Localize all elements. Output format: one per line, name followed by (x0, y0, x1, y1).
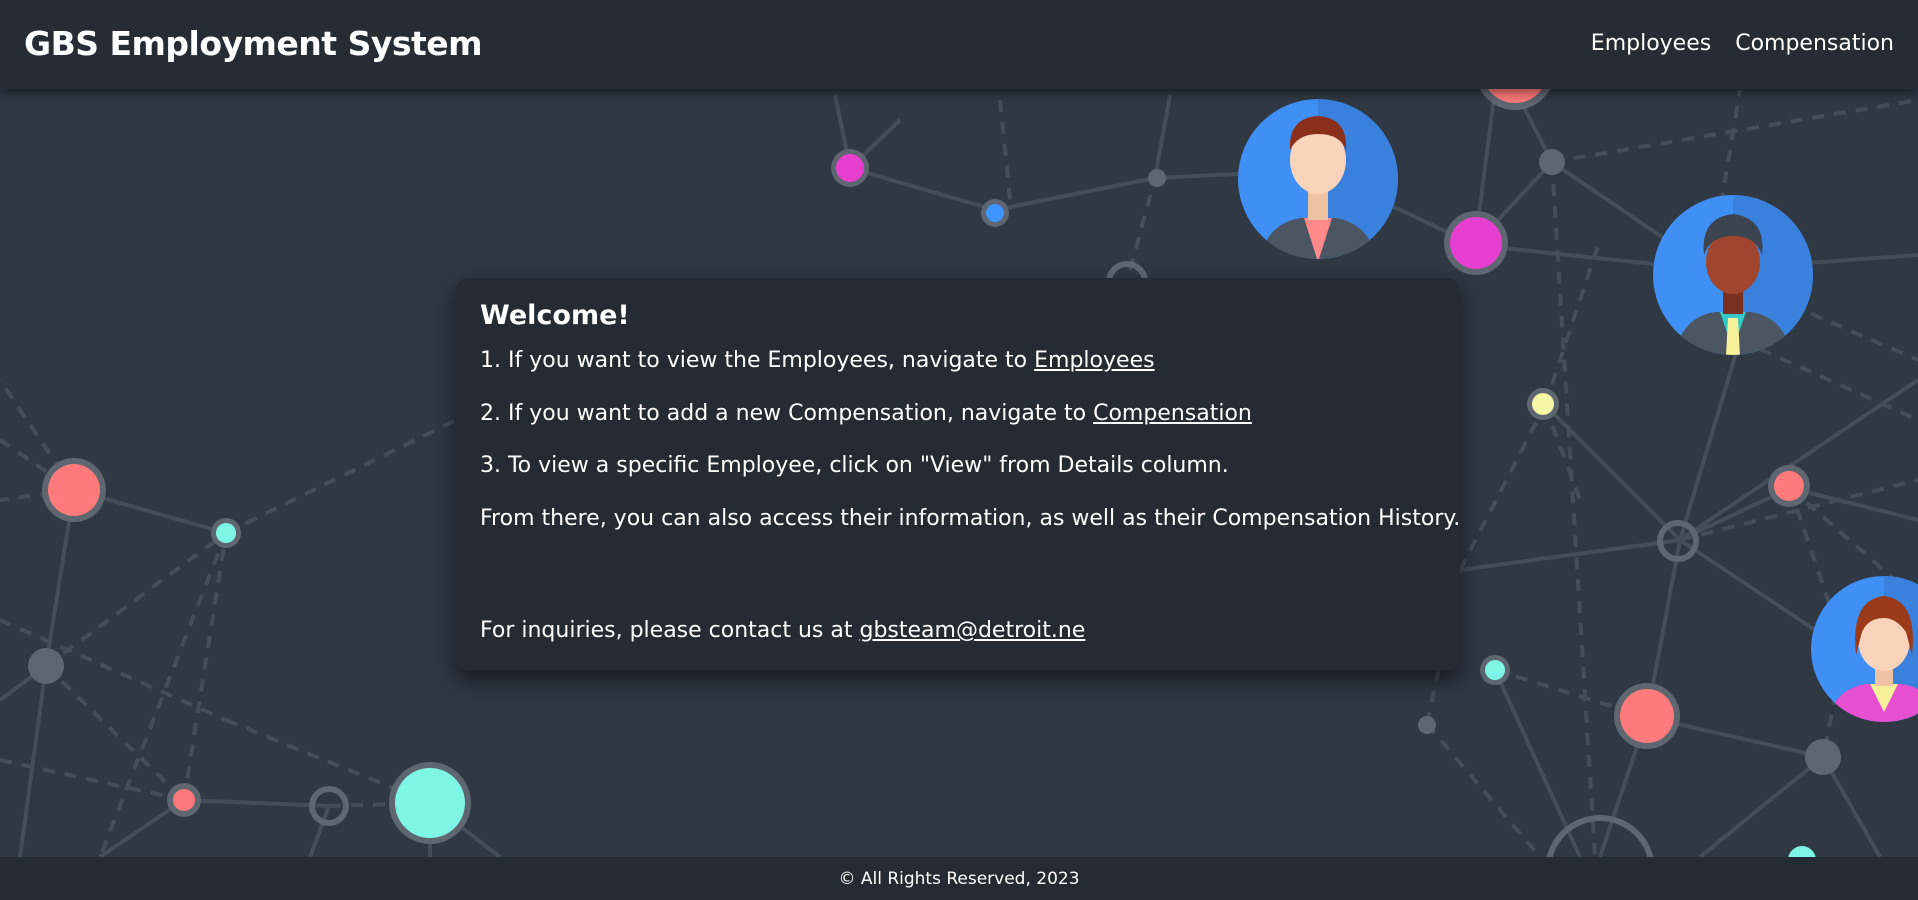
instruction-1-text: 1. If you want to view the Employees, na… (480, 348, 1035, 374)
instruction-line-4: From there, you can also access their in… (480, 505, 1461, 531)
page: GBS Employment System Employees Compensa… (0, 0, 1918, 900)
welcome-title: Welcome! (480, 300, 630, 331)
footer-copyright: © All Rights Reserved, 2023 (838, 868, 1080, 889)
employees-link[interactable]: Employees (1034, 348, 1154, 373)
instruction-2-text: 2. If you want to add a new Compensation… (480, 400, 1094, 426)
avatar-icon (1238, 99, 1398, 259)
instruction-line-2: 2. If you want to add a new Compensation… (480, 401, 1436, 427)
compensation-link[interactable]: Compensation (1093, 401, 1252, 426)
instruction-line-3: 3. To view a specific Employee, click on… (480, 453, 1229, 479)
nav-link-compensation[interactable]: Compensation (1735, 31, 1894, 56)
nav-links: Employees Compensation (1591, 31, 1894, 56)
contact-text: For inquiries, please contact us at (480, 618, 860, 643)
brand-title[interactable]: GBS Employment System (24, 24, 483, 63)
footer: © All Rights Reserved, 2023 (0, 857, 1918, 900)
nav-link-employees[interactable]: Employees (1591, 31, 1711, 56)
welcome-card: Welcome! 1. If you want to view the Empl… (456, 278, 1460, 670)
avatar-icon (1653, 195, 1813, 355)
contact-email-link[interactable]: gbsteam@detroit.ne (860, 618, 1086, 643)
contact-line: For inquiries, please contact us at gbst… (480, 618, 1085, 644)
instruction-line-1: 1. If you want to view the Employees, na… (480, 348, 1436, 374)
top-navbar: GBS Employment System Employees Compensa… (0, 0, 1918, 89)
